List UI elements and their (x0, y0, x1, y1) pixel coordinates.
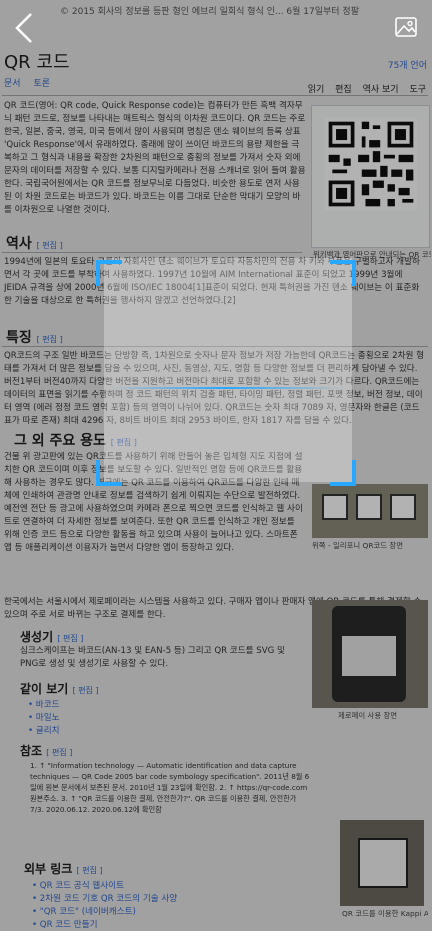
scanner-toolbar (0, 0, 432, 58)
phone-photo (312, 600, 428, 708)
chevron-left-icon (15, 13, 32, 43)
heading-references: 참조 [ 편집 ] (20, 742, 72, 759)
tab-talk[interactable]: 토론 (33, 79, 50, 89)
kappi-photo (340, 820, 424, 906)
heading-see-also-text: 같이 보기 (20, 682, 69, 696)
heading-history: 역사 [ 편집 ] (6, 233, 63, 253)
external-link-item[interactable]: • QR 코드 만들기 (32, 918, 98, 930)
heading-generator-text: 생성기 (20, 630, 54, 644)
tab-edit[interactable]: 편집 (335, 85, 352, 95)
qr-code-image (325, 118, 417, 210)
intro-paragraph: QR 코드(영어: QR code, Quick Response code)는… (4, 101, 306, 215)
scan-corner-top-left (96, 260, 122, 286)
divider (2, 252, 302, 253)
poster-photo (312, 484, 428, 538)
page-actions: 읽기 편집 역사 보기 도구 (300, 82, 426, 95)
heading-features: 특징 [ 편집 ] (6, 327, 63, 347)
edit-link[interactable]: [ 편집 ] (37, 241, 63, 250)
scan-corner-top-right (330, 260, 356, 286)
phone-image (332, 606, 406, 702)
edit-link[interactable]: [ 편집 ] (37, 335, 63, 344)
tab-read[interactable]: 읽기 (308, 85, 325, 95)
namespace-tabs: 문서 토론 (4, 76, 60, 89)
edit-link[interactable]: [ 편집 ] (77, 866, 103, 875)
scan-line (110, 387, 342, 389)
scan-corner-bottom-right (330, 460, 356, 486)
qr-code-image (322, 494, 348, 520)
heading-history-text: 역사 (6, 236, 32, 252)
qr-code-image (390, 494, 416, 520)
qr-code-image (358, 838, 408, 888)
edit-link[interactable]: [ 편집 ] (73, 686, 99, 695)
gallery-button[interactable] (394, 15, 418, 39)
heading-other-uses-text: 그 외 주요 용도 (14, 433, 106, 449)
scan-window (104, 258, 352, 482)
edit-link[interactable]: [ 편집 ] (46, 748, 72, 757)
external-link-item[interactable]: • 2차원 코드 기호 QR 코드의 기술 사양 (32, 892, 177, 904)
external-link-item[interactable]: • QR 코드 공식 웹사이트 (32, 879, 124, 891)
image-icon (395, 17, 417, 37)
see-also-item[interactable]: • 마일노 (28, 711, 60, 723)
infobox (311, 105, 430, 248)
heading-external-links: 외부 링크 [ 편집 ] (24, 860, 103, 877)
references-list: 1. ↑ "Information technology — Automatic… (30, 761, 310, 814)
photo-caption: 위쪽 - 일리포니 QR코드 장면 (312, 541, 404, 550)
heading-external-links-text: 외부 링크 (24, 862, 73, 876)
qr-code-image (356, 494, 382, 520)
edit-link[interactable]: [ 편집 ] (57, 634, 83, 643)
photo-caption: QR 코드를 이용한 Kappi Ai (342, 909, 428, 918)
heading-features-text: 특징 (6, 330, 32, 346)
photo-caption: 제로페이 사용 장면 (338, 711, 398, 720)
tab-tools[interactable]: 도구 (409, 85, 426, 95)
generator-paragraph: 심크스케이프는 바코드(AN-13 및 EAN-5 등) 그리고 QR 코드를 … (20, 646, 285, 669)
divider (2, 95, 428, 96)
scan-corner-bottom-left (96, 460, 122, 486)
heading-references-text: 참조 (20, 744, 43, 758)
qr-code-image (342, 636, 396, 676)
see-also-item[interactable]: • 바코드 (28, 698, 60, 710)
language-link[interactable]: 75개 언어 (388, 58, 427, 71)
heading-see-also: 같이 보기 [ 편집 ] (20, 680, 99, 697)
tab-history[interactable]: 역사 보기 (363, 85, 399, 95)
back-button[interactable] (14, 12, 46, 46)
see-also-item[interactable]: • 글리치 (28, 724, 60, 736)
heading-generator: 생성기 [ 편집 ] (20, 628, 83, 645)
tab-article[interactable]: 문서 (4, 79, 21, 89)
external-link-item[interactable]: • "QR 코드" (네이버캐스트) (32, 905, 136, 917)
